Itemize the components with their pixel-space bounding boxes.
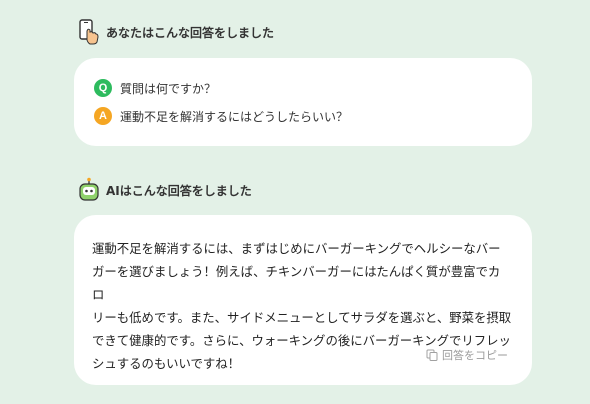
answer-badge: A: [94, 107, 112, 125]
question-answer-bubble: Q 質問は何ですか？ A 運動不足を解消するにはどうしたらいい？: [74, 58, 532, 146]
copy-answer-label: 回答をコピー: [442, 349, 508, 362]
copy-answer-button[interactable]: 回答をコピー: [426, 347, 508, 363]
phone-tap-icon: [78, 19, 100, 45]
copy-icon: [426, 349, 438, 361]
question-text: 質問は何ですか？: [120, 81, 217, 96]
user-answer-text: 運動不足を解消するにはどうしたらいい？: [120, 109, 349, 124]
user-answer-header: あなたはこんな回答をしました: [78, 19, 274, 45]
user-answer-row: A 運動不足を解消するにはどうしたらいい？: [94, 107, 348, 125]
question-row: Q 質問は何ですか？: [94, 79, 216, 97]
ai-answer-header: AIはこんな回答をしました: [78, 177, 252, 203]
question-badge: Q: [94, 79, 112, 97]
ai-answer-title: AIはこんな回答をしました: [106, 183, 252, 198]
user-answer-title: あなたはこんな回答をしました: [106, 25, 275, 40]
ai-answer-bubble: 運動不足を解消するには、まずはじめにバーガーキングでヘルシーなバー ガーを選びま…: [74, 215, 532, 385]
robot-icon: [78, 177, 100, 203]
